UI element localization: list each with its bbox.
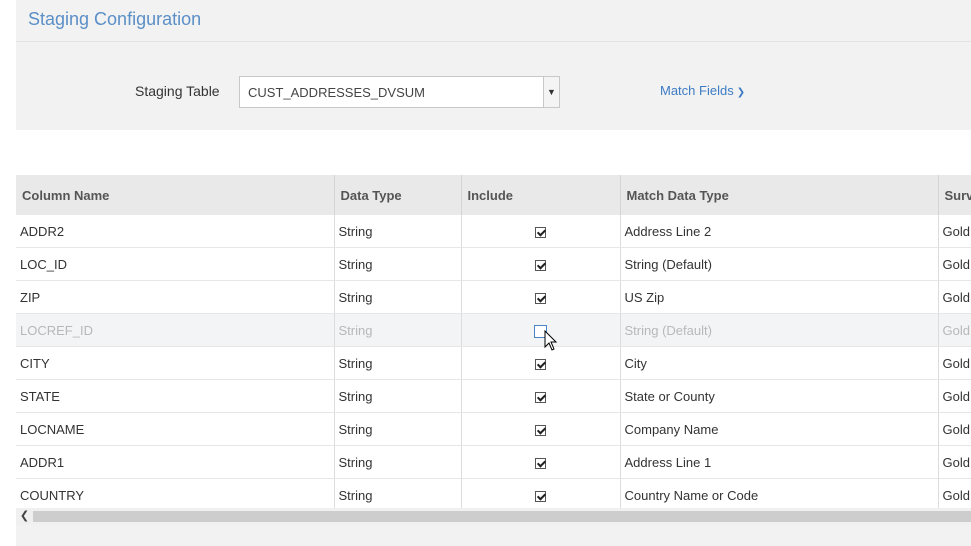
cell-column-name: LOCNAME	[16, 412, 335, 446]
cell-match-data-type: String (Default)	[620, 247, 939, 281]
column-header-match-data-type[interactable]: Match Data Type	[620, 175, 939, 215]
cell-column-name: ADDR1	[16, 445, 335, 479]
cell-column-name: ADDR2	[16, 215, 335, 248]
column-header-surv[interactable]: Surv	[938, 175, 971, 215]
cell-surv: Gold	[938, 445, 971, 479]
staging-table-select[interactable]: CUST_ADDRESSES_DVSUM ▼	[239, 76, 560, 108]
chevron-down-icon[interactable]: ▼	[543, 77, 559, 107]
cell-surv: Gold	[938, 412, 971, 446]
include-checkbox[interactable]	[535, 391, 546, 403]
cell-data-type: String	[334, 247, 462, 281]
cell-data-type: String	[334, 445, 462, 479]
cell-surv: Gold	[938, 379, 971, 413]
cell-include	[461, 412, 621, 446]
cell-data-type: String	[334, 478, 462, 508]
cell-column-name: STATE	[16, 379, 335, 413]
pagination-footer	[16, 525, 971, 546]
cell-match-data-type: Address Line 2	[620, 215, 939, 248]
table-row[interactable]: LOCNAME String Company Name Gold	[16, 412, 971, 446]
cell-data-type: String	[334, 215, 462, 248]
staging-table-label: Staging Table	[135, 83, 220, 99]
table-header-row: Column Name Data Type Include Match Data…	[16, 175, 971, 215]
cell-data-type: String	[334, 346, 462, 380]
include-checkbox[interactable]	[535, 292, 546, 304]
cell-surv: Gold	[938, 478, 971, 508]
include-checkbox[interactable]	[535, 424, 546, 436]
table-row[interactable]: ADDR1 String Address Line 1 Gold	[16, 445, 971, 479]
table-row[interactable]: LOCREF_ID String String (Default) Gold	[16, 313, 971, 347]
table-row[interactable]: ADDR2 String Address Line 2 Gold	[16, 215, 971, 248]
config-panel: Staging Table CUST_ADDRESSES_DVSUM ▼ Mat…	[16, 42, 971, 130]
include-checkbox[interactable]	[535, 226, 546, 238]
page-header: Staging Configuration	[16, 0, 971, 42]
table-row[interactable]: STATE String State or County Gold	[16, 379, 971, 413]
cell-include	[461, 247, 621, 281]
cell-include	[461, 379, 621, 413]
cell-surv: Gold	[938, 280, 971, 314]
staging-table-value: CUST_ADDRESSES_DVSUM	[248, 85, 425, 100]
table-row[interactable]: ZIP String US Zip Gold	[16, 280, 971, 314]
include-checkbox[interactable]	[535, 457, 546, 469]
cell-data-type: String	[334, 313, 462, 347]
columns-table: Column Name Data Type Include Match Data…	[16, 175, 971, 508]
cell-match-data-type: City	[620, 346, 939, 380]
horizontal-scrollbar[interactable]: ❮	[16, 508, 971, 525]
cell-column-name: ZIP	[16, 280, 335, 314]
match-fields-link[interactable]: Match Fields ❯	[660, 83, 745, 98]
cell-surv: Gold	[938, 215, 971, 248]
cell-column-name: LOCREF_ID	[16, 313, 335, 347]
chevron-left-icon[interactable]: ❮	[16, 508, 33, 525]
column-header-data-type[interactable]: Data Type	[334, 175, 462, 215]
cell-data-type: String	[334, 280, 462, 314]
cell-include	[461, 346, 621, 380]
table-row[interactable]: CITY String City Gold	[16, 346, 971, 380]
cell-match-data-type: Address Line 1	[620, 445, 939, 479]
cell-match-data-type: US Zip	[620, 280, 939, 314]
cell-surv: Gold	[938, 346, 971, 380]
column-header-include[interactable]: Include	[461, 175, 621, 215]
page-title: Staging Configuration	[28, 9, 202, 29]
cell-include	[461, 445, 621, 479]
cell-data-type: String	[334, 379, 462, 413]
cell-include	[461, 313, 621, 347]
column-header-name[interactable]: Column Name	[16, 175, 335, 215]
left-gutter	[0, 0, 16, 546]
table-row[interactable]: LOC_ID String String (Default) Gold	[16, 247, 971, 281]
cell-include	[461, 215, 621, 248]
match-fields-label: Match Fields	[660, 83, 734, 98]
cell-match-data-type: Country Name or Code	[620, 478, 939, 508]
cell-column-name: LOC_ID	[16, 247, 335, 281]
chevron-down-icon: ❯	[736, 87, 746, 98]
include-checkbox[interactable]	[535, 490, 546, 502]
cell-column-name: CITY	[16, 346, 335, 380]
cell-surv: Gold	[938, 247, 971, 281]
cell-include	[461, 280, 621, 314]
include-checkbox[interactable]	[535, 259, 546, 271]
cell-include	[461, 478, 621, 508]
include-checkbox[interactable]	[535, 358, 546, 370]
cell-match-data-type: State or County	[620, 379, 939, 413]
cell-match-data-type: String (Default)	[620, 313, 939, 347]
table-row[interactable]: COUNTRY String Country Name or Code Gold	[16, 478, 971, 508]
scrollbar-thumb[interactable]	[33, 511, 971, 522]
cell-match-data-type: Company Name	[620, 412, 939, 446]
cell-data-type: String	[334, 412, 462, 446]
cell-surv: Gold	[938, 313, 971, 347]
mouse-pointer-icon	[544, 330, 558, 351]
cell-column-name: COUNTRY	[16, 478, 335, 508]
